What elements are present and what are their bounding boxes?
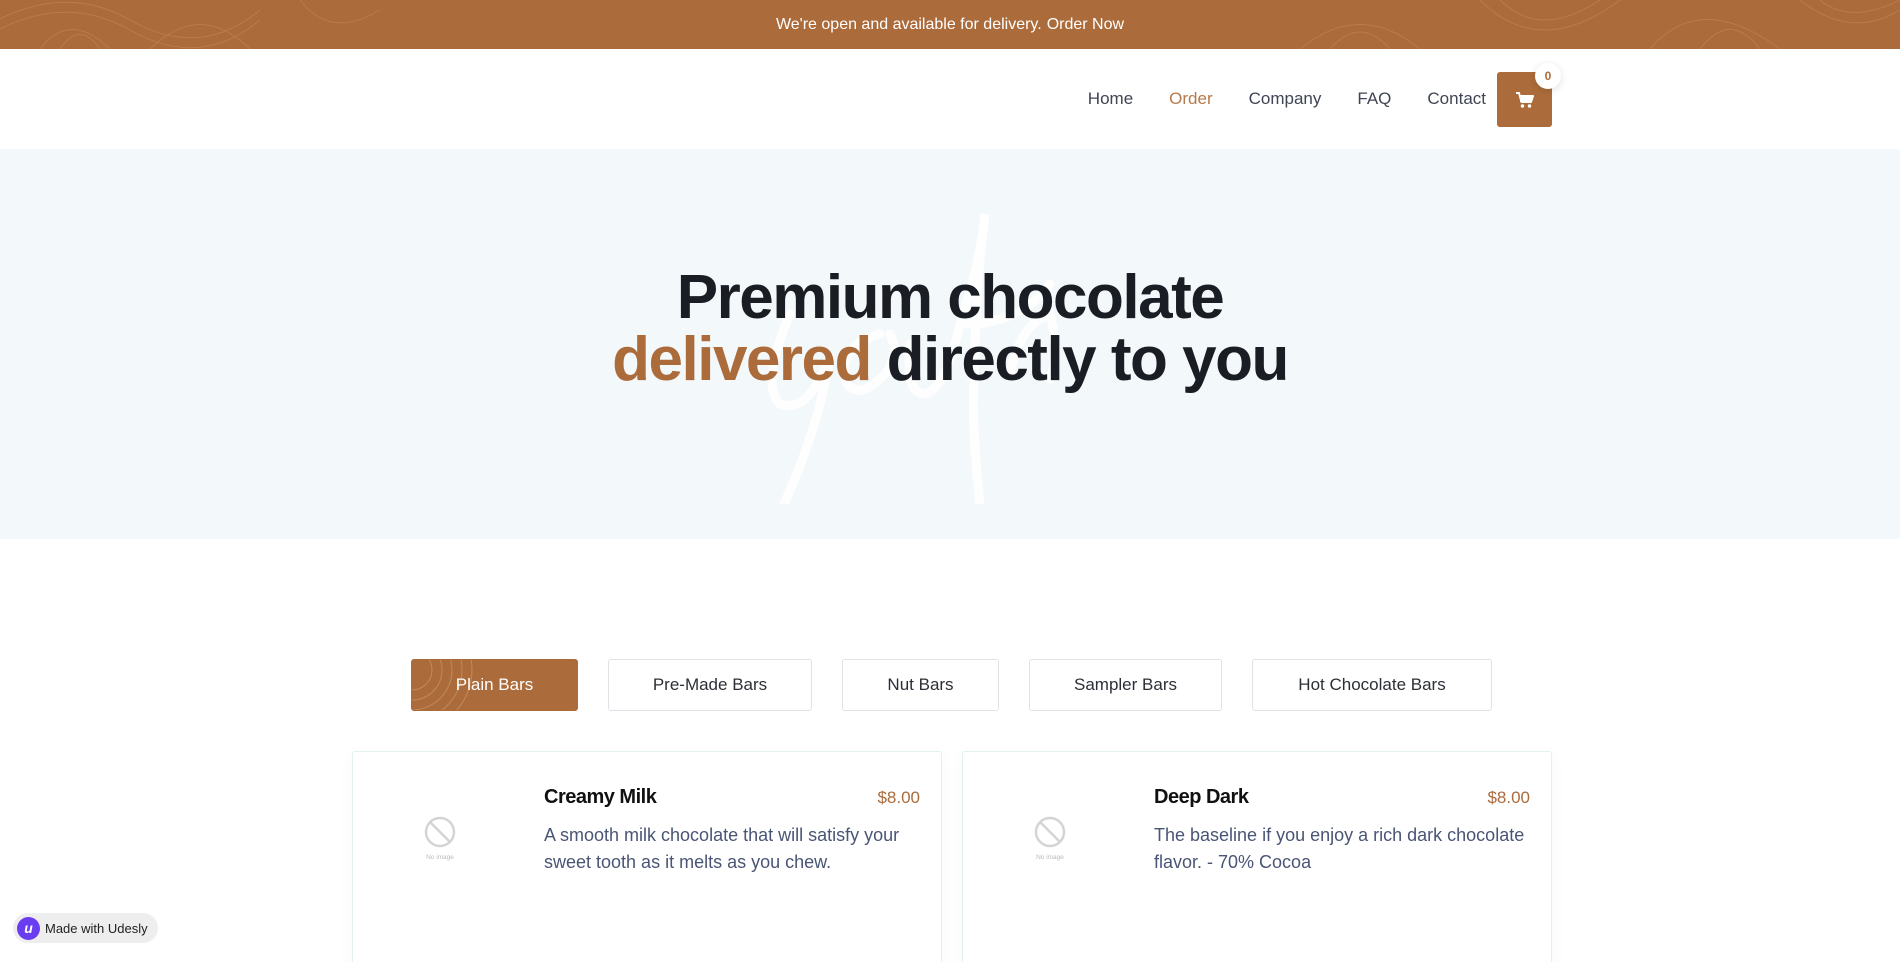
hero-title-accent: delivered bbox=[612, 325, 872, 394]
cart-button[interactable]: 0 bbox=[1497, 63, 1561, 127]
udesly-logo-icon: u bbox=[17, 916, 40, 940]
product-card-deep-dark[interactable]: No image Deep Dark $8.00 The baseline if… bbox=[962, 751, 1552, 962]
no-image-icon: No image bbox=[1034, 816, 1066, 861]
main-nav: Home Order Company FAQ Contact bbox=[1052, 49, 1486, 149]
category-tabs: Plain Bars Pre-Made Bars Nut Bars Sample… bbox=[411, 659, 1492, 711]
nav-item-faq[interactable]: FAQ bbox=[1357, 89, 1391, 109]
site-header: Home Order Company FAQ Contact 0 bbox=[0, 49, 1900, 149]
tab-sampler-bars[interactable]: Sampler Bars bbox=[1029, 659, 1222, 711]
tab-label: Hot Chocolate Bars bbox=[1298, 675, 1446, 694]
hero-section: Premium chocolate delivered directly to … bbox=[0, 149, 1900, 539]
no-image-icon: No image bbox=[424, 816, 456, 861]
cart-icon bbox=[1515, 91, 1534, 108]
product-name: Deep Dark bbox=[1154, 786, 1249, 808]
tab-label: Nut Bars bbox=[887, 675, 954, 694]
product-description: A smooth milk chocolate that will satisf… bbox=[544, 825, 900, 872]
tab-label: Pre-Made Bars bbox=[652, 675, 768, 694]
tab-label: Sampler Bars bbox=[1074, 675, 1177, 694]
tab-plain-bars[interactable]: Plain Bars bbox=[411, 659, 578, 711]
hero-title: Premium chocolate delivered directly to … bbox=[0, 267, 1900, 391]
tab-hot-chocolate-bars[interactable]: Hot Chocolate Bars bbox=[1252, 659, 1492, 711]
order-now-link[interactable]: Order Now bbox=[1047, 16, 1124, 34]
udesly-badge-label: Made with Udesly bbox=[45, 920, 148, 936]
product-name: Creamy Milk bbox=[544, 786, 657, 808]
announcement-message: We're open and available for delivery. bbox=[775, 15, 1042, 33]
tab-label: Plain Bars bbox=[455, 675, 534, 694]
nav-item-contact[interactable]: Contact bbox=[1427, 89, 1486, 109]
no-image-text: No image bbox=[1036, 854, 1064, 861]
tab-pre-made-bars[interactable]: Pre-Made Bars bbox=[608, 659, 812, 711]
product-card-creamy-milk[interactable]: No image Creamy Milk $8.00 A smooth milk… bbox=[352, 751, 942, 962]
cart-count-badge: 0 bbox=[1535, 63, 1561, 89]
product-price: $8.00 bbox=[1487, 788, 1530, 807]
nav-item-home[interactable]: Home bbox=[1088, 89, 1133, 109]
product-price: $8.00 bbox=[877, 788, 920, 807]
tab-nut-bars[interactable]: Nut Bars bbox=[842, 659, 999, 711]
no-image-text: No image bbox=[426, 854, 454, 861]
made-with-udesly-badge[interactable]: u Made with Udesly bbox=[13, 913, 158, 943]
nav-item-order[interactable]: Order bbox=[1169, 89, 1212, 109]
hero-title-line1: Premium chocolate bbox=[676, 263, 1225, 332]
hero-title-rest: directly to you bbox=[870, 325, 1290, 394]
nav-item-company[interactable]: Company bbox=[1249, 89, 1322, 109]
product-description: The baseline if you enjoy a rich dark ch… bbox=[1154, 825, 1525, 872]
announcement-bar: We're open and available for delivery. O… bbox=[0, 0, 1900, 49]
